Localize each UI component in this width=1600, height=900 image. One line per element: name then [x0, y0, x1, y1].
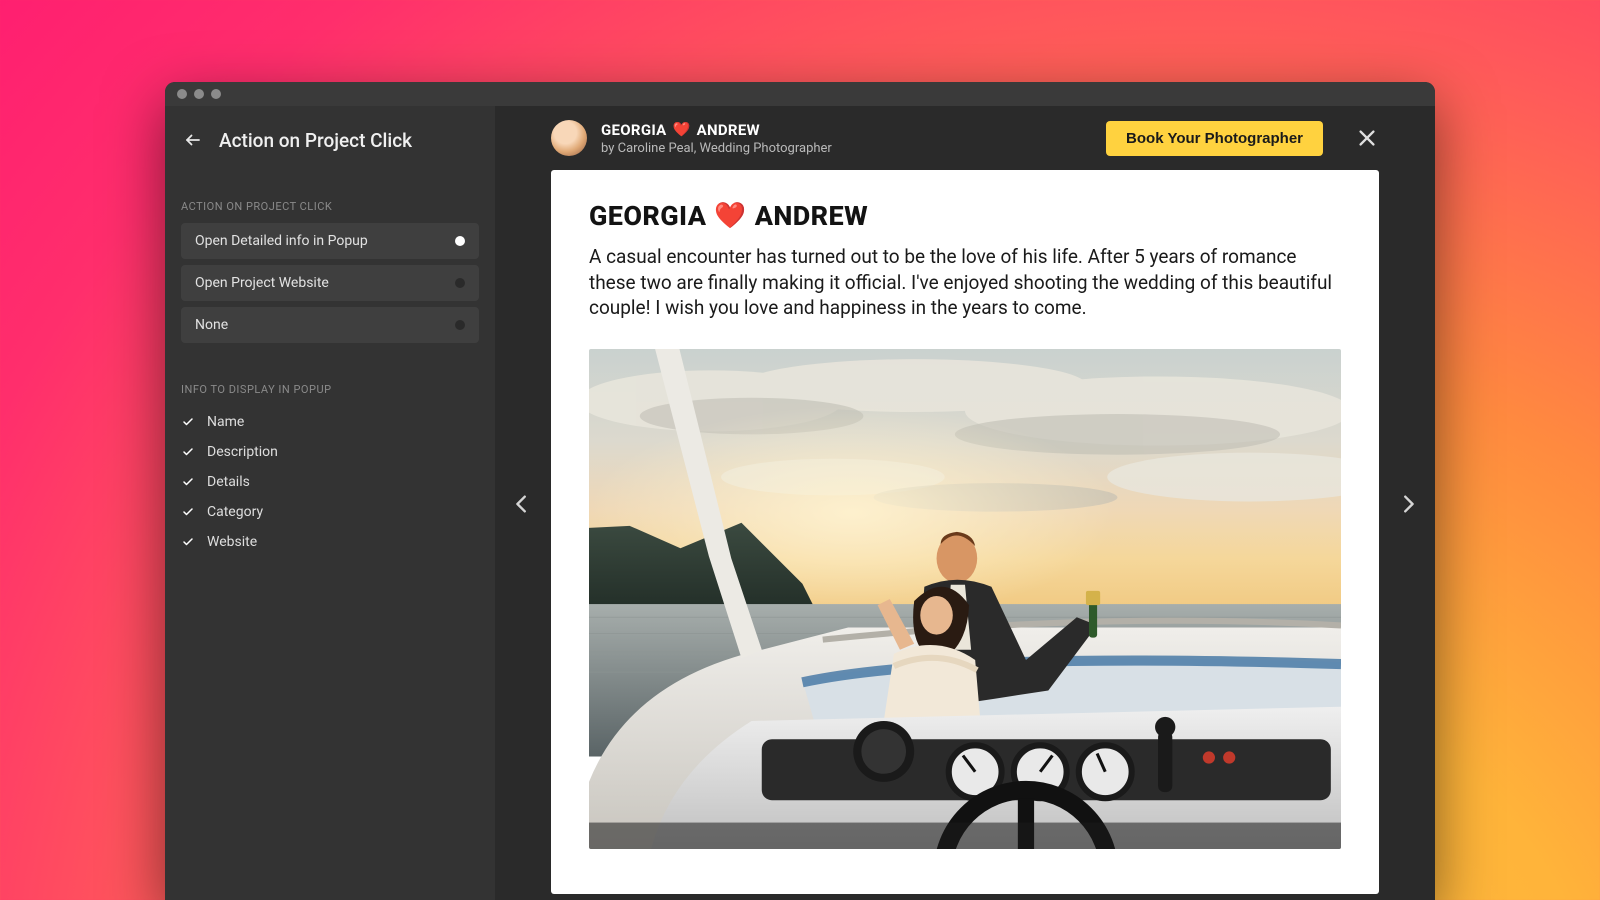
project-byline: by Caroline Peal, Wedding Photographer: [601, 141, 1092, 156]
heart-icon: ❤️: [714, 201, 746, 231]
project-content-card: GEORGIA ❤️ ANDREW A casual encounter has…: [551, 170, 1379, 894]
section-label-info: INFO TO DISPLAY IN POPUP: [165, 343, 495, 406]
bride-figure: [878, 587, 982, 735]
project-meta: GEORGIA ❤️ ANDREW by Caroline Peal, Wedd…: [601, 121, 1092, 156]
check-label: Name: [207, 414, 244, 430]
author-avatar[interactable]: [551, 120, 587, 156]
project-title-a: GEORGIA: [601, 121, 667, 139]
project-title-b: ANDREW: [697, 121, 760, 139]
radio-open-website[interactable]: Open Project Website: [181, 265, 479, 301]
radio-label: None: [195, 317, 228, 333]
chevron-right-icon: [1397, 489, 1419, 519]
window-control-max[interactable]: [211, 89, 221, 99]
sidebar-title: Action on Project Click: [219, 129, 412, 152]
sidebar-header: Action on Project Click: [165, 106, 495, 168]
window-control-min[interactable]: [194, 89, 204, 99]
boat-sunset-photo: [589, 349, 1341, 849]
check-icon: [181, 475, 195, 489]
check-category[interactable]: Category: [181, 502, 479, 522]
project-hero-image: [589, 349, 1341, 849]
window-titlebar: [165, 82, 1435, 106]
check-icon: [181, 535, 195, 549]
project-header: GEORGIA ❤️ ANDREW by Caroline Peal, Wedd…: [495, 106, 1435, 170]
check-description[interactable]: Description: [181, 442, 479, 462]
chevron-left-icon: [511, 489, 533, 519]
check-label: Description: [207, 444, 278, 460]
content-description: A casual encounter has turned out to be …: [589, 244, 1341, 321]
heart-icon: ❤️: [673, 122, 691, 138]
check-label: Details: [207, 474, 250, 490]
back-button[interactable]: [181, 128, 205, 152]
radio-label: Open Detailed info in Popup: [195, 233, 368, 249]
check-details[interactable]: Details: [181, 472, 479, 492]
check-label: Category: [207, 504, 263, 520]
project-preview: GEORGIA ❤️ ANDREW by Caroline Peal, Wedd…: [495, 106, 1435, 900]
app-window: Action on Project Click ACTION ON PROJEC…: [165, 82, 1435, 900]
radio-indicator-icon: [455, 236, 465, 246]
content-title-a: GEORGIA: [589, 200, 706, 232]
radio-open-popup[interactable]: Open Detailed info in Popup: [181, 223, 479, 259]
content-title-b: ANDREW: [755, 200, 868, 232]
radio-group-action: Open Detailed info in Popup Open Project…: [165, 223, 495, 343]
settings-sidebar: Action on Project Click ACTION ON PROJEC…: [165, 106, 495, 900]
prev-project-button[interactable]: [505, 482, 539, 526]
check-icon: [181, 445, 195, 459]
next-project-button[interactable]: [1391, 482, 1425, 526]
radio-indicator-icon: [455, 278, 465, 288]
radio-none[interactable]: None: [181, 307, 479, 343]
close-icon: [1356, 127, 1378, 149]
window-control-close[interactable]: [177, 89, 187, 99]
arrow-left-icon: [184, 131, 202, 149]
check-group-info: Name Description Details Category Websit…: [165, 406, 495, 558]
check-name[interactable]: Name: [181, 412, 479, 432]
radio-label: Open Project Website: [195, 275, 329, 291]
app-body: Action on Project Click ACTION ON PROJEC…: [165, 106, 1435, 900]
book-photographer-button[interactable]: Book Your Photographer: [1106, 121, 1323, 156]
section-label-action: ACTION ON PROJECT CLICK: [165, 168, 495, 223]
check-icon: [181, 415, 195, 429]
check-website[interactable]: Website: [181, 532, 479, 552]
close-button[interactable]: [1355, 126, 1379, 150]
project-title: GEORGIA ❤️ ANDREW: [601, 121, 1092, 139]
check-label: Website: [207, 534, 257, 550]
radio-indicator-icon: [455, 320, 465, 330]
content-title: GEORGIA ❤️ ANDREW: [589, 200, 1341, 232]
check-icon: [181, 505, 195, 519]
